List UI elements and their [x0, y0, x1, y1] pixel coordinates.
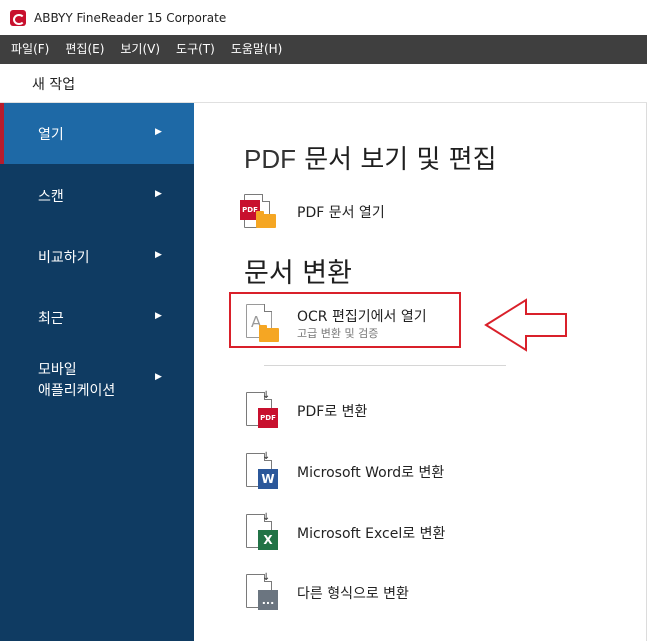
sidebar-item-label-line2: 애플리케이션: [38, 383, 116, 399]
convert-to-other-label: 다른 형식으로 변환: [297, 586, 409, 602]
menu-view[interactable]: 보기(V): [112, 35, 168, 64]
chevron-right-icon: ▶: [155, 127, 162, 137]
chevron-right-icon: ▶: [155, 372, 162, 382]
convert-to-word-label: Microsoft Word로 변환: [297, 465, 445, 481]
other-format-badge-icon: ...: [258, 590, 278, 610]
excel-badge-icon: X: [258, 530, 278, 550]
sidebar: 열기 ▶ 스캔 ▶ 비교하기 ▶ 최근 ▶ 모바일 애플리케이션 ▶: [0, 103, 194, 641]
chevron-right-icon: ▶: [155, 311, 162, 321]
menu-tools[interactable]: 도구(T): [168, 35, 223, 64]
download-arrow-icon: ↓: [262, 451, 271, 462]
convert-section-title: 문서 변환: [244, 258, 352, 289]
chevron-right-icon: ▶: [155, 189, 162, 199]
convert-to-pdf-button[interactable]: ↓ PDF PDF로 변환: [240, 390, 400, 430]
download-arrow-icon: ↓: [262, 390, 271, 401]
main-panel: PDF 문서 보기 및 편집 PDF PDF 문서 열기 문서 변환 A OCR…: [194, 103, 647, 641]
menu-file[interactable]: 파일(F): [0, 35, 57, 64]
chevron-right-icon: ▶: [155, 250, 162, 260]
window-title: ABBYY FineReader 15 Corporate: [34, 10, 227, 25]
sidebar-item-label: 최근: [38, 311, 64, 327]
pointer-arrow-icon: [484, 298, 567, 352]
open-pdf-label: PDF 문서 열기: [297, 205, 385, 221]
convert-to-pdf-label: PDF로 변환: [297, 404, 368, 420]
sidebar-item-compare[interactable]: 비교하기 ▶: [0, 225, 194, 286]
download-arrow-icon: ↓: [262, 512, 271, 523]
sidebar-item-label: 열기: [38, 127, 64, 143]
sidebar-item-label: 스캔: [38, 189, 64, 205]
ocr-editor-label: OCR 편집기에서 열기: [297, 309, 427, 325]
sidebar-item-recent[interactable]: 최근 ▶: [0, 286, 194, 347]
word-badge-icon: W: [258, 469, 278, 489]
ocr-editor-sublabel: 고급 변환 및 검증: [297, 327, 379, 340]
convert-to-other-button[interactable]: ↓ ... 다른 형식으로 변환: [240, 572, 440, 612]
menu-bar: 파일(F) 편집(E) 보기(V) 도구(T) 도움말(H): [0, 35, 647, 64]
menu-edit[interactable]: 편집(E): [57, 35, 112, 64]
sidebar-item-open[interactable]: 열기 ▶: [0, 103, 194, 164]
download-arrow-icon: ↓: [262, 572, 271, 583]
pdf-badge-icon: PDF: [258, 408, 278, 428]
sidebar-item-label-line1: 모바일: [38, 362, 77, 378]
open-pdf-button[interactable]: PDF PDF 문서 열기: [240, 192, 410, 228]
pdf-section-title: PDF 문서 보기 및 편집: [244, 144, 497, 175]
sidebar-item-mobile[interactable]: 모바일 애플리케이션 ▶: [0, 347, 194, 417]
sidebar-item-label: 비교하기: [38, 250, 90, 266]
sidebar-item-scan[interactable]: 스캔 ▶: [0, 164, 194, 225]
title-bar: ABBYY FineReader 15 Corporate: [0, 0, 647, 36]
convert-to-excel-button[interactable]: ↓ X Microsoft Excel로 변환: [240, 512, 460, 552]
new-task-bar: 새 작업: [0, 64, 647, 103]
app-logo-icon: [10, 9, 26, 26]
open-ocr-editor-button[interactable]: A OCR 편집기에서 열기 고급 변환 및 검증: [240, 302, 450, 342]
new-task-title: 새 작업: [32, 77, 76, 93]
folder-icon: [259, 325, 279, 342]
folder-icon: [256, 211, 276, 228]
convert-to-word-button[interactable]: ↓ W Microsoft Word로 변환: [240, 451, 460, 491]
divider: [264, 365, 506, 366]
convert-to-excel-label: Microsoft Excel로 변환: [297, 526, 446, 542]
menu-help[interactable]: 도움말(H): [223, 35, 291, 64]
